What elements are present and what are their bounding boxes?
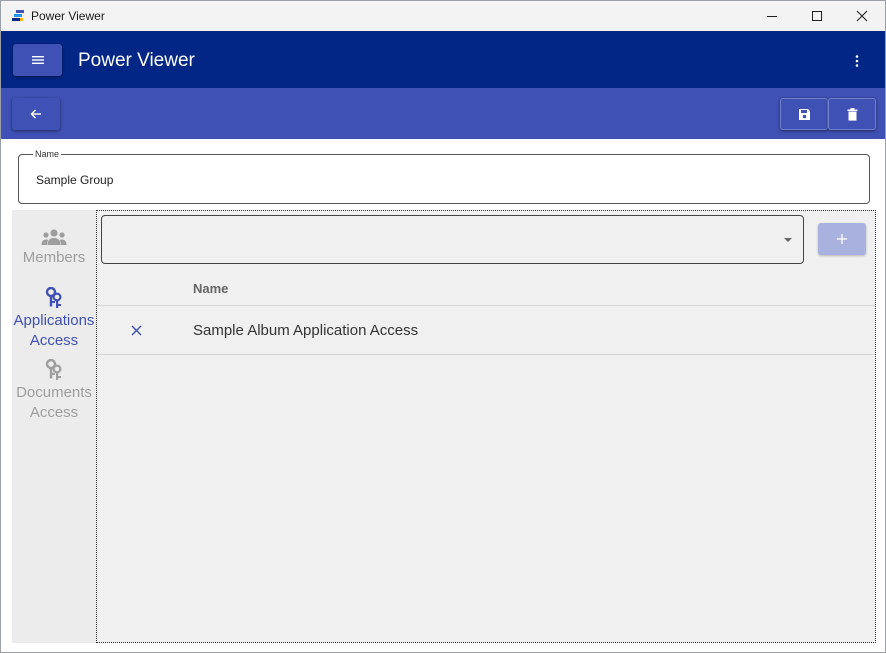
sidebar-item-label-line2: Access bbox=[29, 332, 79, 349]
keys-icon bbox=[45, 287, 62, 308]
sidebar-item-label: Members bbox=[22, 249, 86, 266]
keys-icon bbox=[45, 359, 62, 380]
table-header: Name bbox=[97, 268, 875, 306]
application-select[interactable] bbox=[101, 215, 804, 264]
app-title: Power Viewer bbox=[78, 50, 195, 71]
chevron-down-icon bbox=[784, 238, 792, 242]
minimize-button[interactable] bbox=[749, 1, 795, 31]
sidebar-item-documents-access[interactable]: Documents Access bbox=[12, 359, 96, 423]
name-field[interactable]: Name bbox=[18, 149, 870, 204]
group-icon bbox=[41, 229, 67, 245]
section-sidebar: Members Applications Access Documents Ac… bbox=[12, 210, 96, 643]
name-field-label: Name bbox=[33, 149, 62, 160]
maximize-icon bbox=[812, 11, 822, 21]
column-header-name: Name bbox=[193, 281, 229, 296]
plus-icon bbox=[837, 234, 847, 244]
close-window-button[interactable] bbox=[839, 1, 885, 31]
minimize-icon bbox=[767, 16, 777, 17]
save-button[interactable] bbox=[780, 98, 828, 130]
title-bar: Power Viewer bbox=[1, 1, 885, 31]
sidebar-item-label: Documents bbox=[16, 384, 92, 401]
save-icon bbox=[798, 108, 810, 120]
row-name-cell: Sample Album Application Access bbox=[193, 322, 419, 339]
window-title: Power Viewer bbox=[31, 9, 105, 23]
maximize-button[interactable] bbox=[794, 1, 840, 31]
add-button[interactable] bbox=[818, 223, 866, 255]
back-button[interactable] bbox=[12, 98, 60, 130]
app-bar: Power Viewer bbox=[1, 31, 885, 88]
app-logo-icon bbox=[12, 10, 24, 21]
hamburger-icon bbox=[31, 56, 44, 64]
sidebar-item-applications-access[interactable]: Applications Access bbox=[12, 287, 96, 351]
arrow-left-icon bbox=[30, 109, 41, 119]
trash-icon bbox=[847, 107, 857, 121]
app-window: Power Viewer Power Viewer Name Sample Gr… bbox=[0, 0, 886, 653]
more-vertical-icon bbox=[855, 55, 859, 67]
name-input[interactable] bbox=[36, 173, 836, 187]
close-icon bbox=[131, 325, 141, 335]
more-options-button[interactable] bbox=[845, 49, 869, 73]
remove-row-button[interactable] bbox=[128, 322, 144, 338]
delete-button[interactable] bbox=[828, 98, 876, 130]
sidebar-item-members[interactable]: Members bbox=[12, 228, 96, 268]
toolbar bbox=[1, 88, 885, 139]
sidebar-item-label: Applications bbox=[13, 312, 95, 329]
access-panel: Name Sample Album Application Access bbox=[96, 210, 876, 643]
close-icon bbox=[856, 10, 868, 22]
table-row: Sample Album Application Access bbox=[97, 307, 875, 355]
menu-button[interactable] bbox=[13, 44, 62, 76]
sidebar-item-label-line2: Access bbox=[29, 404, 79, 421]
